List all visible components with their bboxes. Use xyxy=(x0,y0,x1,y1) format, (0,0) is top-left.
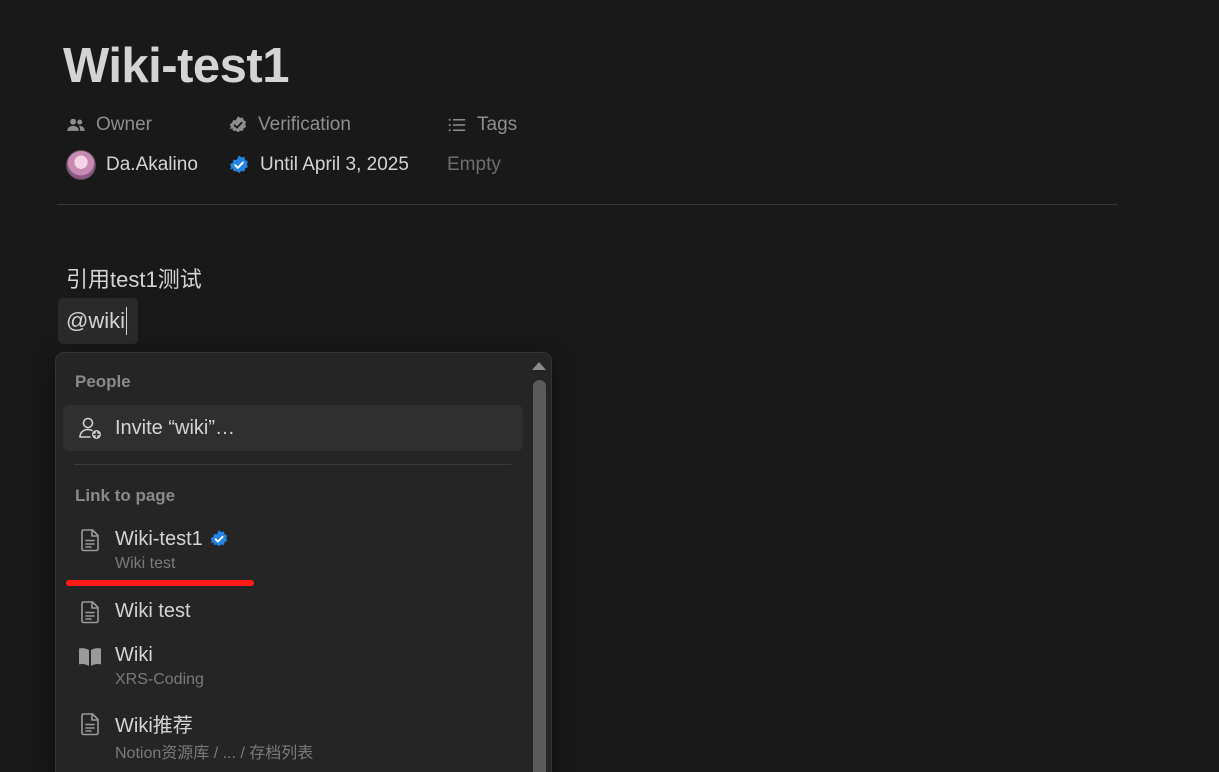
menu-divider xyxy=(74,464,511,465)
owner-property-header[interactable]: Owner xyxy=(66,112,152,138)
menu-item-wiki-test[interactable]: Wiki test xyxy=(63,597,523,625)
mention-menu: People Invite “wiki”… Link to page Wiki-… xyxy=(55,352,552,772)
verification-value[interactable]: Until April 3, 2025 xyxy=(228,150,409,180)
mention-input[interactable]: @wiki xyxy=(58,298,138,344)
invite-button[interactable]: Invite “wiki”… xyxy=(63,405,523,451)
book-icon xyxy=(77,643,103,669)
item-title: Wiki推荐 xyxy=(115,714,193,737)
properties-divider xyxy=(57,204,1118,205)
notion-page: Wiki-test1 Owner Verification Tags Da.Ak… xyxy=(0,0,1219,772)
avatar xyxy=(66,150,96,180)
verification-date: Until April 3, 2025 xyxy=(260,154,409,175)
item-subtitle: Notion资源库 / ... / 存档列表 xyxy=(115,745,314,762)
section-link-to-page-label: Link to page xyxy=(75,486,176,505)
verified-badge-icon xyxy=(210,530,227,547)
menu-item-wiki[interactable]: Wiki XRS-Coding xyxy=(63,641,523,689)
menu-item-wiki-recommend[interactable]: Wiki推荐 Notion资源库 / ... / 存档列表 xyxy=(63,709,523,763)
verification-property-header[interactable]: Verification xyxy=(228,112,351,138)
invite-label: Invite “wiki”… xyxy=(115,416,236,439)
item-title: Wiki-test1 xyxy=(115,527,203,550)
body-paragraph[interactable]: 引用test1测试 xyxy=(66,262,202,294)
item-subtitle: Wiki test xyxy=(115,555,176,572)
scroll-up-arrow-icon[interactable] xyxy=(532,362,546,370)
owner-label: Owner xyxy=(96,114,152,135)
item-title: Wiki test xyxy=(115,599,191,622)
owner-name: Da.Akalino xyxy=(106,154,198,175)
tags-value[interactable]: Empty xyxy=(447,150,501,180)
annotation-red-underline xyxy=(66,580,254,586)
item-title: Wiki xyxy=(115,643,153,666)
verified-badge-icon xyxy=(230,155,248,173)
text-caret xyxy=(126,307,127,335)
tags-label: Tags xyxy=(477,114,518,135)
tags-empty-text: Empty xyxy=(447,154,501,175)
page-icon xyxy=(77,527,103,553)
list-icon xyxy=(448,118,466,132)
people-icon xyxy=(67,118,85,131)
page-title[interactable]: Wiki-test1 xyxy=(63,38,290,94)
menu-scrollbar[interactable] xyxy=(533,380,546,772)
section-people-label: People xyxy=(75,372,131,391)
item-subtitle: XRS-Coding xyxy=(115,671,204,688)
menu-item-wiki-test1[interactable]: Wiki-test1 Wiki test xyxy=(63,525,523,573)
tags-property-header[interactable]: Tags xyxy=(447,112,517,138)
verification-label: Verification xyxy=(258,114,351,135)
mention-query: @wiki xyxy=(66,308,125,333)
page-icon xyxy=(77,711,103,737)
verified-badge-icon xyxy=(229,116,247,133)
owner-value[interactable]: Da.Akalino xyxy=(66,150,198,180)
person-add-icon xyxy=(79,417,101,439)
page-icon xyxy=(77,599,103,625)
